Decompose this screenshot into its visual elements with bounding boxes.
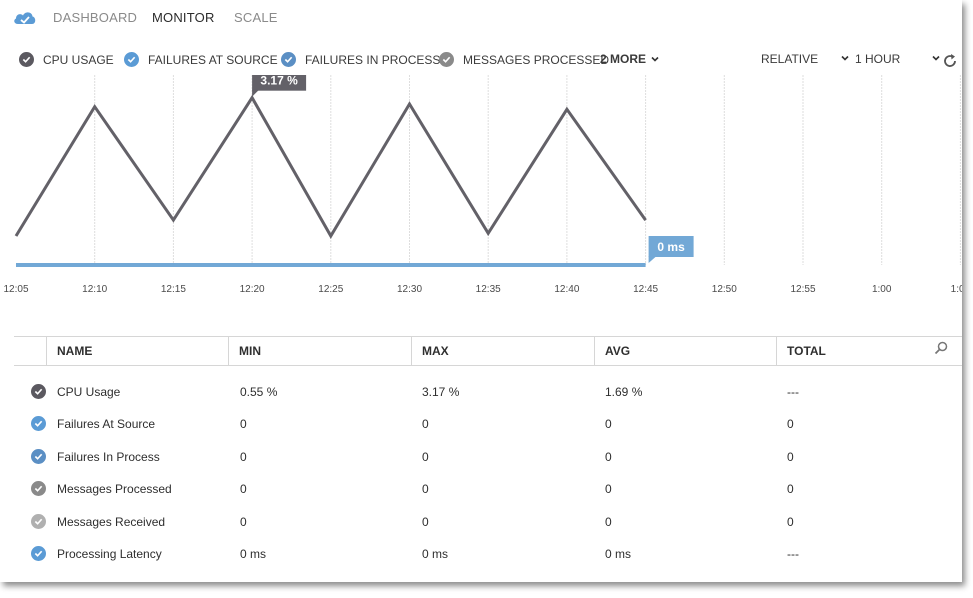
table-row[interactable]: CPU Usage 0.55 % 3.17 % 1.69 % --- <box>14 380 962 404</box>
cell-total: --- <box>787 385 799 399</box>
cell-total: 0 <box>787 482 794 496</box>
legend-label: FAILURES IN PROCESS <box>305 52 441 67</box>
cell-name: Failures At Source <box>57 417 156 431</box>
nav-dashboard[interactable]: DASHBOARD <box>53 10 137 25</box>
x-tick-label: 12:10 <box>82 284 107 295</box>
x-tick-label: 12:25 <box>318 284 343 295</box>
monitor-panel: DASHBOARD MONITOR SCALE CPU USAGE FAILUR… <box>0 0 962 582</box>
cell-avg: 0 ms <box>605 547 632 561</box>
column-header-name[interactable]: NAME <box>46 337 228 365</box>
x-tick-label: 12:45 <box>633 284 658 295</box>
cell-max: 0 <box>422 417 429 431</box>
time-range-select[interactable]: 1 HOUR <box>855 52 940 66</box>
peak-tooltip-label: 3.17 % <box>260 75 298 88</box>
cell-name: Processing Latency <box>57 547 162 561</box>
metric-legend: CPU USAGE FAILURES AT SOURCE FAILURES IN… <box>0 52 962 72</box>
cell-min: 0 <box>240 482 247 496</box>
cell-min: 0 <box>240 450 247 464</box>
cell-avg: 0 <box>605 515 612 529</box>
nav-monitor[interactable]: MONITOR <box>152 10 215 25</box>
cell-min: 0.55 % <box>240 385 278 399</box>
chevron-down-icon <box>841 55 850 61</box>
refresh-icon[interactable] <box>942 53 958 69</box>
check-icon[interactable] <box>31 546 46 561</box>
cell-name: CPU Usage <box>57 385 121 399</box>
legend-label: CPU USAGE <box>43 52 114 67</box>
cell-avg: 0 <box>605 482 612 496</box>
check-icon <box>19 52 34 67</box>
peak-tooltip-pointer <box>252 89 260 97</box>
table-row[interactable]: Messages Received 0 0 0 0 <box>14 510 962 534</box>
legend-item-failures-at-source[interactable]: FAILURES AT SOURCE <box>124 52 278 67</box>
legend-label: FAILURES AT SOURCE <box>148 52 278 67</box>
table-row[interactable]: Messages Processed 0 0 0 0 <box>14 477 962 501</box>
nav-scale[interactable]: SCALE <box>234 10 278 25</box>
check-icon[interactable] <box>31 384 46 399</box>
time-range-value: 1 HOUR <box>855 52 901 66</box>
cell-min: 0 <box>240 515 247 529</box>
chevron-down-icon <box>932 55 940 61</box>
x-tick-label: 12:20 <box>240 284 265 295</box>
top-nav: DASHBOARD MONITOR SCALE <box>0 0 962 34</box>
table-row[interactable]: Failures At Source 0 0 0 0 <box>14 412 962 436</box>
check-icon[interactable] <box>31 449 46 464</box>
search-icon[interactable] <box>934 341 948 355</box>
more-metrics-button[interactable]: 2 MORE <box>600 52 659 66</box>
cell-total: --- <box>787 547 799 561</box>
x-tick-label: 12:50 <box>712 284 737 295</box>
column-header-min[interactable]: MIN <box>228 337 411 365</box>
x-tick-label: 12:15 <box>161 284 186 295</box>
column-header-avg[interactable]: AVG <box>594 337 776 365</box>
latency-tooltip-label: 0 ms <box>657 240 685 254</box>
legend-label: MESSAGES PROCESSED <box>463 52 610 67</box>
cell-name: Messages Processed <box>57 482 172 496</box>
check-icon <box>281 52 296 67</box>
cell-total: 0 <box>787 417 794 431</box>
latency-tooltip-pointer <box>648 256 657 263</box>
table-row[interactable]: Processing Latency 0 ms 0 ms 0 ms --- <box>14 542 962 566</box>
column-header-max[interactable]: MAX <box>411 337 594 365</box>
chevron-down-icon <box>651 56 659 62</box>
check-icon <box>124 52 139 67</box>
mode-select[interactable]: RELATIVE <box>761 52 850 66</box>
cell-max: 3.17 % <box>422 385 460 399</box>
cell-max: 0 ms <box>422 547 449 561</box>
cell-name: Failures In Process <box>57 450 160 464</box>
cell-max: 0 <box>422 482 429 496</box>
x-tick-label: 12:40 <box>554 284 579 295</box>
metrics-chart: 12:05 12:10 12:15 12:20 12:25 12:30 12:35 12:40… <box>3 75 962 295</box>
legend-item-cpu-usage[interactable]: CPU USAGE <box>19 52 114 67</box>
table-row[interactable]: Failures In Process 0 0 0 0 <box>14 445 962 469</box>
legend-item-failures-in-process[interactable]: FAILURES IN PROCESS <box>281 52 440 67</box>
cell-name: Messages Received <box>57 515 166 529</box>
more-label: 2 MORE <box>600 52 647 66</box>
cell-min: 0 ms <box>240 547 267 561</box>
check-icon <box>439 52 454 67</box>
mode-select-value: RELATIVE <box>761 52 819 66</box>
cell-avg: 1.69 % <box>605 385 643 399</box>
check-icon[interactable] <box>31 514 46 529</box>
x-tick-label: 12:30 <box>397 284 422 295</box>
cell-max: 0 <box>422 515 429 529</box>
check-icon[interactable] <box>31 416 46 431</box>
legend-item-messages-processed[interactable]: MESSAGES PROCESSED <box>439 52 609 67</box>
x-tick-label: 1:00 <box>872 284 892 295</box>
cloud-icon <box>14 12 36 24</box>
x-tick-label: 12:55 <box>790 284 815 295</box>
x-tick-label: 1:05 <box>951 284 962 295</box>
check-icon[interactable] <box>31 481 46 496</box>
column-header-total[interactable]: TOTAL <box>776 337 936 365</box>
cell-total: 0 <box>787 515 794 529</box>
cell-max: 0 <box>422 450 429 464</box>
x-tick-label: 12:05 <box>3 284 28 295</box>
x-tick-label: 12:35 <box>476 284 501 295</box>
cell-avg: 0 <box>605 417 612 431</box>
table-header: NAME MIN MAX AVG TOTAL <box>14 336 962 366</box>
cell-total: 0 <box>787 450 794 464</box>
cell-min: 0 <box>240 417 247 431</box>
cell-avg: 0 <box>605 450 612 464</box>
